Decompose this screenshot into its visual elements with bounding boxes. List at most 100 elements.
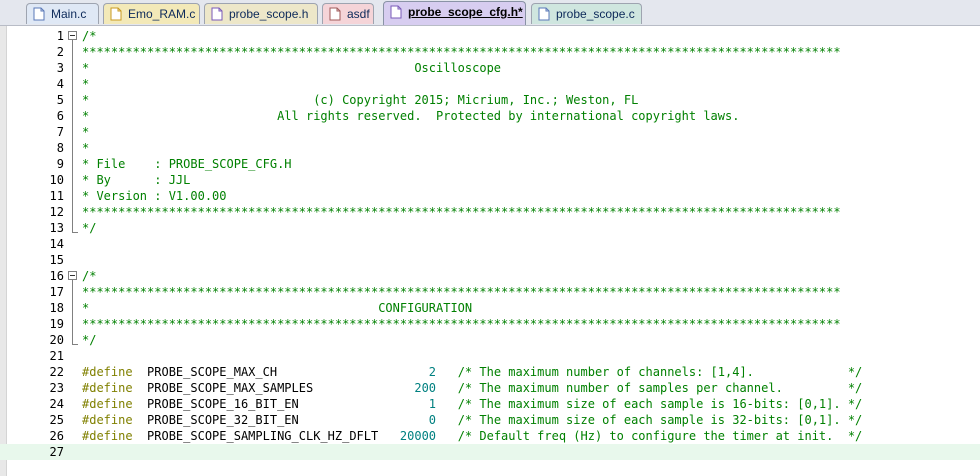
- code-line[interactable]: 19 **************************************…: [0, 316, 980, 332]
- fold-end: [72, 344, 78, 345]
- line-number: 12: [49, 205, 64, 219]
- code-text: * File : PROBE_SCOPE_CFG.H: [82, 156, 292, 172]
- code-text: * Oscilloscope: [82, 60, 501, 76]
- define-keyword: #define: [82, 365, 133, 379]
- code-line[interactable]: 12 **************************************…: [0, 204, 980, 220]
- code-text: #define PROBE_SCOPE_16_BIT_EN 1 /* The m…: [82, 396, 862, 412]
- tab-0[interactable]: Main.c: [26, 3, 99, 24]
- inline-comment: /* The maximum size of each sample is 32…: [436, 413, 863, 427]
- inline-comment: /* The maximum size of each sample is 16…: [436, 397, 863, 411]
- c-file-icon: [33, 7, 45, 21]
- comment-text: ****************************************…: [82, 317, 841, 331]
- fold-end: [72, 232, 78, 233]
- code-line[interactable]: 16 /*: [0, 268, 980, 284]
- comment-text: /*: [82, 29, 97, 43]
- line-number: 14: [49, 237, 64, 251]
- line-number: 21: [49, 349, 64, 363]
- line-number: 22: [49, 365, 64, 379]
- tab-5[interactable]: probe_scope.c: [531, 3, 642, 24]
- code-line[interactable]: 13 */: [0, 220, 980, 236]
- code-text: ****************************************…: [82, 204, 841, 220]
- code-line[interactable]: 27: [0, 444, 980, 460]
- tab-label: Emo_RAM.c: [128, 7, 196, 21]
- code-text: /*: [82, 28, 96, 44]
- comment-text: *: [82, 141, 90, 155]
- code-line[interactable]: 1 /*: [0, 28, 980, 44]
- macro-value: 2: [399, 365, 437, 379]
- code-line[interactable]: 11 * Version : V1.00.00: [0, 188, 980, 204]
- comment-text: * Version : V1.00.00: [82, 189, 227, 203]
- line-number: 2: [56, 45, 64, 59]
- macro-name: PROBE_SCOPE_MAX_SAMPLES: [132, 381, 400, 395]
- macro-value: 1: [399, 397, 437, 411]
- tab-label: Main.c: [51, 7, 87, 21]
- macro-value: 0: [399, 413, 437, 427]
- tab-2[interactable]: probe_scope.h: [204, 3, 318, 24]
- comment-text: * File : PROBE_SCOPE_CFG.H: [82, 157, 292, 171]
- code-text: * CONFIGURATION: [82, 300, 472, 316]
- code-line[interactable]: 2 ***************************************…: [0, 44, 980, 60]
- inline-comment: /* The maximum number of samples per cha…: [436, 381, 863, 395]
- code-line[interactable]: 23 #define PROBE_SCOPE_MAX_SAMPLES 200 /*…: [0, 380, 980, 396]
- line-number: 1: [56, 29, 64, 43]
- line-number: 27: [49, 445, 64, 459]
- tab-4[interactable]: probe_scope_cfg.h*: [383, 1, 526, 25]
- code-line[interactable]: 10 * By : JJL: [0, 172, 980, 188]
- fold-toggle-icon[interactable]: [68, 31, 77, 40]
- line-number: 4: [56, 77, 64, 91]
- code-text: *: [82, 140, 89, 156]
- tab-3[interactable]: asdf: [322, 3, 374, 24]
- code-text: *: [82, 76, 89, 92]
- code-text: #define PROBE_SCOPE_MAX_CH 2 /* The maxi…: [82, 364, 862, 380]
- tab-bar: Main.c Emo_RAM.c probe_scope.h asdf probe_sc…: [0, 0, 980, 26]
- line-number: 24: [49, 397, 64, 411]
- code-line[interactable]: 14: [0, 236, 980, 252]
- code-text: * By : JJL: [82, 172, 190, 188]
- line-number: 25: [49, 413, 64, 427]
- code-text: #define PROBE_SCOPE_32_BIT_EN 0 /* The m…: [82, 412, 862, 428]
- fold-toggle-icon[interactable]: [68, 271, 77, 280]
- code-line[interactable]: 22 #define PROBE_SCOPE_MAX_CH 2 /* The ma…: [0, 364, 980, 380]
- code-line[interactable]: 25 #define PROBE_SCOPE_32_BIT_EN 0 /* The…: [0, 412, 980, 428]
- code-text: */: [82, 220, 96, 236]
- code-line[interactable]: 17 **************************************…: [0, 284, 980, 300]
- tab-label: probe_scope_cfg.h*: [408, 5, 523, 19]
- line-number: 15: [49, 253, 64, 267]
- code-line[interactable]: 24 #define PROBE_SCOPE_16_BIT_EN 1 /* The…: [0, 396, 980, 412]
- code-line[interactable]: 6 * All rights reserved. Protected by int…: [0, 108, 980, 124]
- code-line[interactable]: 21: [0, 348, 980, 364]
- tab-1[interactable]: Emo_RAM.c: [103, 3, 200, 24]
- line-number: 17: [49, 285, 64, 299]
- code-line[interactable]: 15: [0, 252, 980, 268]
- line-number: 9: [56, 157, 64, 171]
- line-number: 10: [49, 173, 64, 187]
- code-line[interactable]: 20 */: [0, 332, 980, 348]
- define-keyword: #define: [82, 397, 133, 411]
- code-editor[interactable]: 1/* 2 ************************************…: [0, 26, 980, 476]
- line-number: 13: [49, 221, 64, 235]
- code-text: * (c) Copyright 2015; Micrium, Inc.; Wes…: [82, 92, 638, 108]
- h-file-icon: [211, 7, 223, 21]
- macro-name: PROBE_SCOPE_16_BIT_EN: [132, 397, 400, 411]
- code-line[interactable]: 3 * Oscilloscope: [0, 60, 980, 76]
- line-number: 19: [49, 317, 64, 331]
- code-line[interactable]: 7 *: [0, 124, 980, 140]
- code-line[interactable]: 18 * CONFIGURATION: [0, 300, 980, 316]
- line-number: 23: [49, 381, 64, 395]
- code-text: ****************************************…: [82, 284, 841, 300]
- macro-value: 20000: [399, 429, 437, 443]
- line-number: 8: [56, 141, 64, 155]
- code-line[interactable]: 8 *: [0, 140, 980, 156]
- code-line[interactable]: 26 #define PROBE_SCOPE_SAMPLING_CLK_HZ_DF…: [0, 428, 980, 444]
- code-text: *: [82, 124, 89, 140]
- fold-guide: [72, 40, 73, 232]
- define-keyword: #define: [82, 429, 133, 443]
- code-line[interactable]: 4 *: [0, 76, 980, 92]
- comment-text: */: [82, 333, 97, 347]
- tab-label: asdf: [347, 7, 370, 21]
- code-text: */: [82, 332, 96, 348]
- code-text: ****************************************…: [82, 316, 841, 332]
- code-line[interactable]: 5 * (c) Copyright 2015; Micrium, Inc.; We…: [0, 92, 980, 108]
- code-line[interactable]: 9 * File : PROBE_SCOPE_CFG.H: [0, 156, 980, 172]
- code-text: #define PROBE_SCOPE_SAMPLING_CLK_HZ_DFLT…: [82, 428, 862, 444]
